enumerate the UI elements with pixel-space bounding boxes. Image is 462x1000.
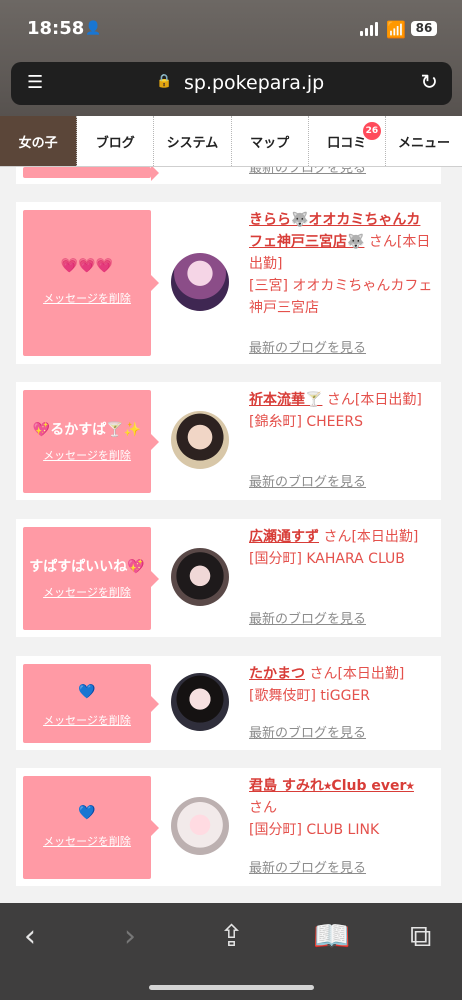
delete-message-link[interactable]: メッセージを削除 [23,712,151,728]
partial-blog-link[interactable]: 最新のブログを見る [249,167,366,176]
reviews-badge: 26 [362,122,381,140]
message-box: 💗💗💗 メッセージを削除 [23,210,159,356]
girl-card: 💙 メッセージを削除 たかまつ さん[本日出勤] [歌舞伎町] tiGGER 最… [16,656,441,750]
partial-card: 最新のブログを見る [16,167,441,184]
forward-icon[interactable]: › [124,919,136,954]
url-text[interactable]: sp.pokepara.jp [184,72,324,94]
girl-status: さん[本日出勤] [326,392,422,408]
tab-menu[interactable]: メニュー [386,116,462,166]
girl-info: きらら🐺オオカミちゃんカフェ神戸三宮店🐺 さん[本日出勤] [三宮] オオカミち… [249,209,434,319]
message-box: 💖るかすぱ🍸✨ メッセージを削除 [23,390,159,493]
girl-card: すぱすぱいいね💖 メッセージを削除 広瀬通すず さん[本日出勤] [国分町] K… [16,519,441,637]
share-icon[interactable]: ⇪ [219,919,244,954]
avatar[interactable] [171,797,229,855]
person-icon: 👤 [85,21,102,36]
shop-info: [三宮] オオカミちゃんカフェ神戸三宮店 [249,278,433,316]
girl-status: さん[本日出勤] [309,666,405,682]
girl-info: 君島 すみれ⭑Club ever⭑ さん [国分町] CLUB LINK [249,775,434,841]
message-text: 💙 [78,684,96,700]
delete-message-link[interactable]: メッセージを削除 [23,290,151,306]
avatar[interactable] [171,253,229,311]
shop-info: [国分町] KAHARA CLUB [249,551,405,567]
girl-card: 💗💗💗 メッセージを削除 きらら🐺オオカミちゃんカフェ神戸三宮店🐺 さん[本日出… [16,202,441,364]
avatar[interactable] [171,411,229,469]
message-box: 💙 メッセージを削除 [23,776,159,879]
latest-blog-link[interactable]: 最新のブログを見る [249,608,366,627]
content-area: 最新のブログを見る 💗💗💗 メッセージを削除 きらら🐺オオカミちゃんカフェ神戸三… [0,167,462,903]
lock-icon: 🔒 [156,74,173,89]
girl-name-link[interactable]: 広瀬通すず [249,529,319,545]
girl-card: 💖るかすぱ🍸✨ メッセージを削除 祈本流華🍸 さん[本日出勤] [錦糸町] CH… [16,382,441,500]
back-icon[interactable]: ‹ [24,919,36,954]
home-indicator [149,985,314,990]
avatar[interactable] [171,673,229,731]
girl-card: 💙 メッセージを削除 君島 すみれ⭑Club ever⭑ さん [国分町] CL… [16,768,441,886]
reload-icon[interactable]: ↻ [420,70,438,94]
girl-info: 祈本流華🍸 さん[本日出勤] [錦糸町] CHEERS [249,389,434,433]
message-text: 💖るかすぱ🍸✨ [32,422,142,438]
girl-info: 広瀬通すず さん[本日出勤] [国分町] KAHARA CLUB [249,526,434,570]
message-box: すぱすぱいいね💖 メッセージを削除 [23,527,159,630]
latest-blog-link[interactable]: 最新のブログを見る [249,857,366,876]
message-text: 💙 [78,805,96,821]
shop-info: [錦糸町] CHEERS [249,414,363,430]
girl-status: さん [249,800,277,816]
shop-info: [国分町] CLUB LINK [249,822,380,838]
signal-icon [360,22,380,36]
latest-blog-link[interactable]: 最新のブログを見る [249,471,366,490]
bookmarks-icon[interactable]: 📖 [313,919,350,954]
battery-indicator: 86 [411,21,437,36]
message-text: すぱすぱいいね💖 [29,559,145,575]
tab-reviews[interactable]: 口コミ 26 [309,116,386,166]
message-text: 💗💗💗 [60,258,114,274]
delete-message-link[interactable]: メッセージを削除 [23,447,151,463]
tab-blog[interactable]: ブログ [77,116,155,166]
tab-girls[interactable]: 女の子 [0,116,78,166]
wifi-icon: 📶 [386,20,406,39]
status-time: 18:58 [27,18,85,39]
girl-name-link[interactable]: 祈本流華🍸 [249,392,322,408]
tabs-list-icon[interactable]: ☰ [27,72,43,93]
delete-message-link[interactable]: メッセージを削除 [23,833,151,849]
site-tabs: 女の子 ブログ システム マップ 口コミ 26 メニュー [0,116,462,167]
girl-name-link[interactable]: 君島 すみれ⭑Club ever⭑ [249,778,414,794]
tab-system[interactable]: システム [154,116,232,166]
latest-blog-link[interactable]: 最新のブログを見る [249,337,366,356]
address-bar[interactable]: ☰ 🔒 sp.pokepara.jp ↻ [11,62,452,105]
girl-status: さん[本日出勤] [323,529,419,545]
girl-name-link[interactable]: たかまつ [249,666,305,682]
avatar[interactable] [171,548,229,606]
latest-blog-link[interactable]: 最新のブログを見る [249,722,366,741]
shop-info: [歌舞伎町] tiGGER [249,688,371,704]
girl-info: たかまつ さん[本日出勤] [歌舞伎町] tiGGER [249,663,434,707]
delete-message-link[interactable]: メッセージを削除 [23,584,151,600]
tab-map[interactable]: マップ [232,116,309,166]
tabs-icon[interactable]: ⧉ [410,919,431,954]
status-bar: 18:58 👤 📶 86 [0,0,462,56]
message-box: 💙 メッセージを削除 [23,664,159,743]
browser-header: 18:58 👤 📶 86 ☰ 🔒 sp.pokepara.jp ↻ [0,0,462,116]
partial-message-box [23,167,159,181]
